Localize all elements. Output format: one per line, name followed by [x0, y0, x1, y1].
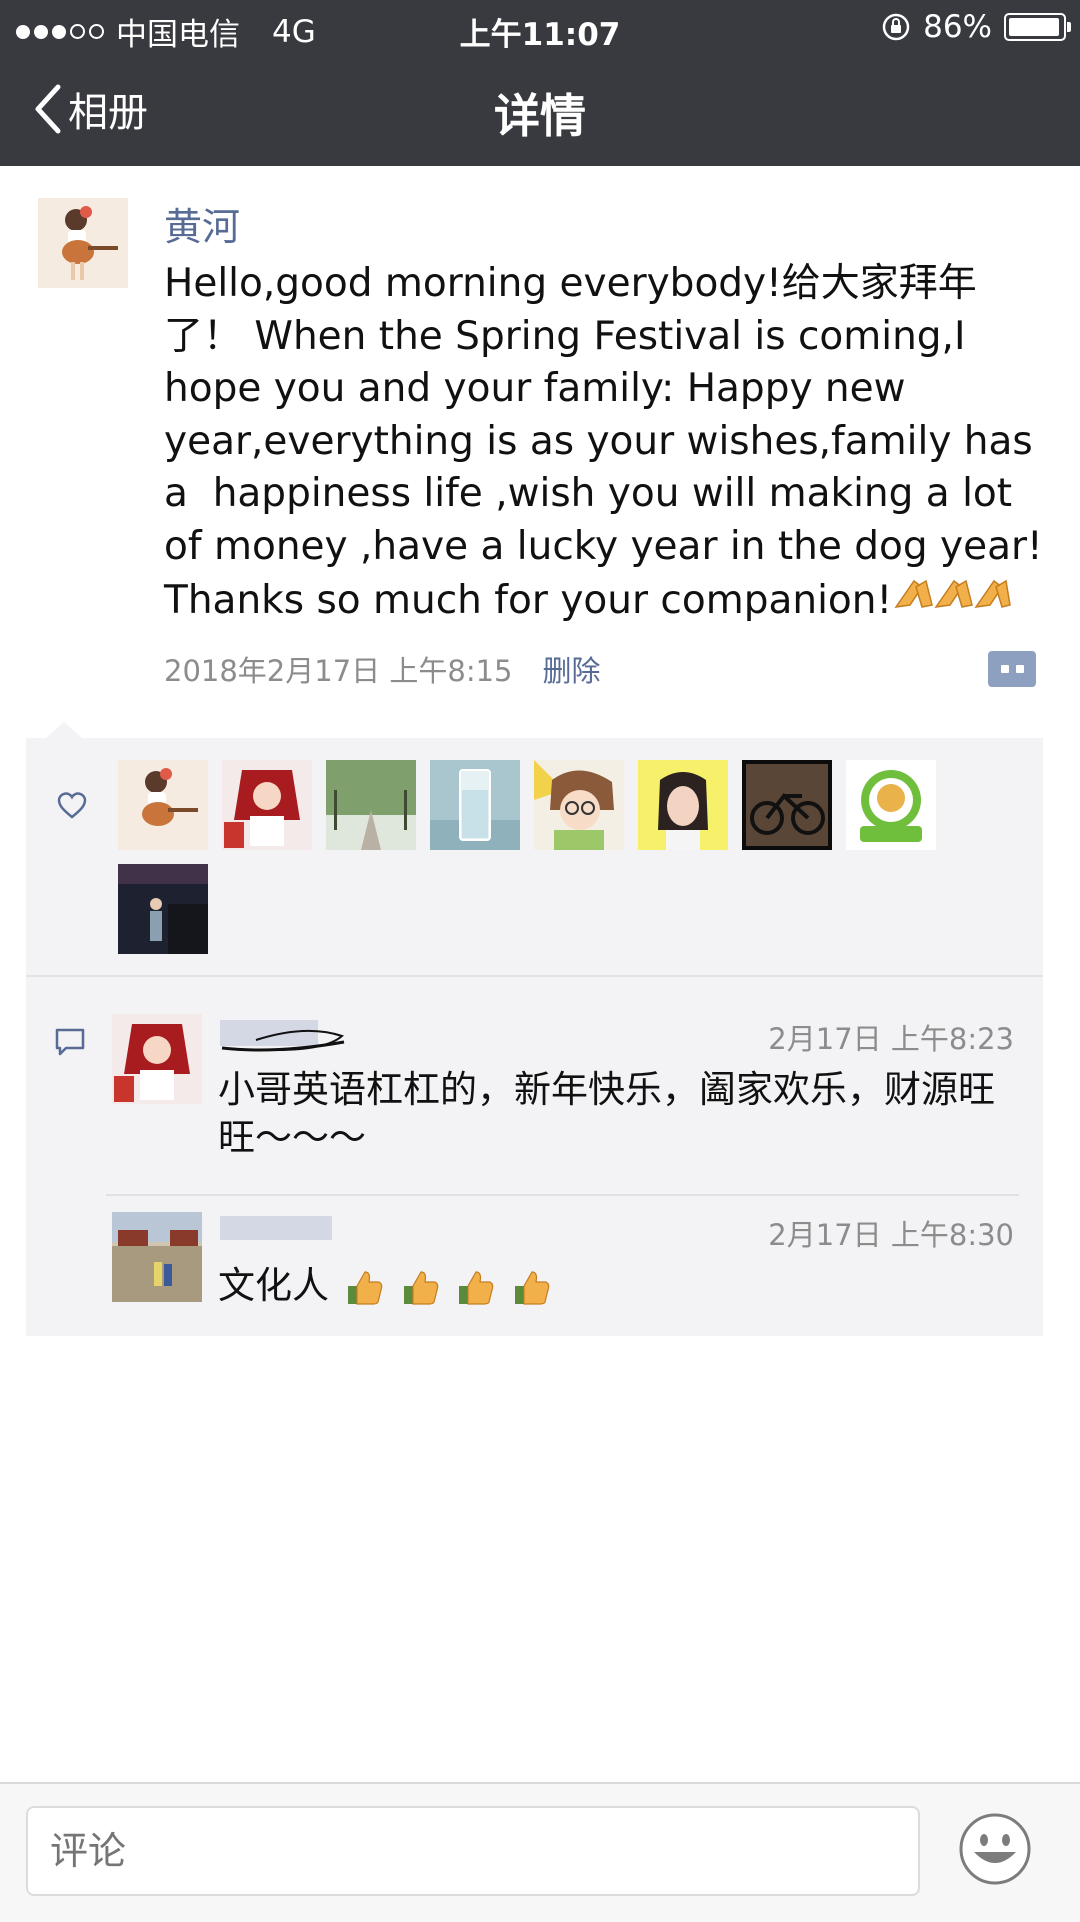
panel-notch [46, 722, 82, 738]
comment-time: 2月17日 上午8:30 [768, 1218, 1014, 1252]
author-avatar[interactable] [38, 198, 128, 288]
like-avatar-guitar-girl[interactable] [118, 760, 208, 850]
like-avatar-selfie-girl[interactable] [638, 760, 728, 850]
top-bar: 中国电信 4G 上午11:07 86% 相册 详情 [0, 0, 1080, 166]
comment-text-body: 文化人 [218, 1264, 329, 1307]
nav-bar: 相册 详情 [0, 54, 1080, 166]
post-timestamp: 2018年2月17日 上午8:15 [164, 654, 513, 688]
status-right: 86% [881, 9, 1071, 45]
post-text-body: Hello,good morning everybody!给大家拜年了！ Whe… [164, 261, 1056, 623]
post-text: Hello,good morning everybody!给大家拜年了！ Whe… [164, 258, 1054, 628]
orientation-lock-icon [882, 13, 910, 41]
like-avatar-cartoon-girl[interactable] [534, 760, 624, 850]
post-author-name[interactable]: 黄河 [164, 196, 240, 251]
redacted-name-blur [220, 1216, 332, 1240]
thumbs-up-emoji [329, 1264, 552, 1307]
post-meta: 2018年2月17日 上午8:15 删除 [164, 648, 601, 690]
battery-percent: 86% [923, 9, 992, 45]
comment-input[interactable] [26, 1806, 920, 1896]
like-avatar-tree-road[interactable] [326, 760, 416, 850]
more-actions-button[interactable] [988, 651, 1036, 687]
comment-text: 小哥英语杠杠的，新年快乐，阖家欢乐，财源旺旺～～～ [218, 1068, 995, 1159]
comment-time: 2月17日 上午8:23 [768, 1022, 1014, 1056]
comment-avatar[interactable] [112, 1212, 202, 1302]
comment-separator [106, 1194, 1019, 1196]
like-avatar-anime-girl[interactable] [222, 760, 312, 850]
likes-comments-divider [26, 975, 1043, 977]
redacted-name-scribble [220, 1020, 345, 1052]
comment-bubble-icon [55, 1028, 85, 1056]
like-avatar-green-logo[interactable] [846, 760, 936, 850]
delete-link[interactable]: 删除 [543, 648, 601, 690]
status-bar: 中国电信 4G 上午11:07 86% [0, 0, 1080, 54]
pray-hands-emoji [892, 578, 1012, 623]
comment-text: 文化人 [218, 1262, 1018, 1310]
like-avatar-night-street[interactable] [118, 864, 208, 954]
heart-icon [57, 792, 87, 819]
battery-icon [1004, 13, 1071, 41]
comment-avatar[interactable] [112, 1014, 202, 1104]
like-avatar-water-glass[interactable] [430, 760, 520, 850]
like-avatar-bicycle[interactable] [742, 760, 832, 850]
page-title: 详情 [494, 89, 586, 143]
emoji-button-icon[interactable] [958, 1812, 1032, 1886]
comment-bar [0, 1782, 1080, 1922]
